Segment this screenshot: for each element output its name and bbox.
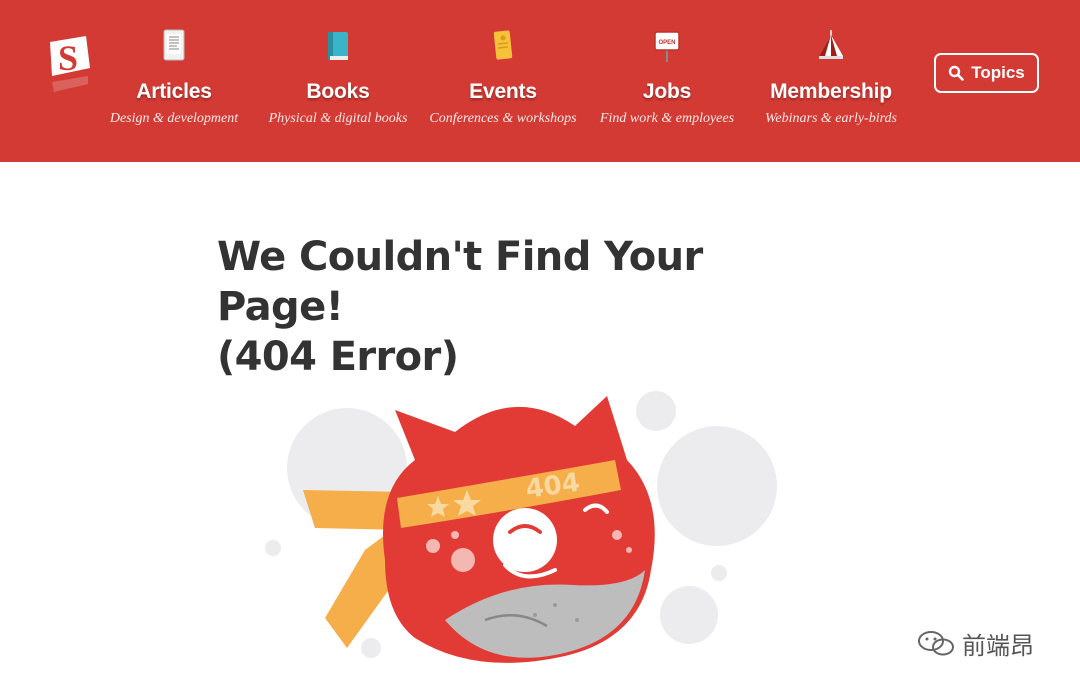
nav-books[interactable]: Books Physical & digital books xyxy=(253,26,423,127)
nav-events[interactable]: Events Conferences & workshops xyxy=(418,26,588,127)
page-title-line-1: We Couldn't Find Your Page! xyxy=(217,234,703,330)
nav-membership-subtitle: Webinars & early-birds xyxy=(765,111,897,126)
tablet-icon xyxy=(163,29,185,61)
nav-jobs-subtitle: Find work & employees xyxy=(599,111,735,126)
nav-membership-title: Membership xyxy=(770,80,892,103)
nav-articles[interactable]: Articles Design & development xyxy=(89,26,259,127)
svg-text:S: S xyxy=(58,38,78,78)
nav-jobs-title: Jobs xyxy=(642,80,692,103)
nav-articles-title: Articles xyxy=(136,80,212,103)
watermark: 前端昂 xyxy=(916,613,1076,673)
ticket-icon xyxy=(493,30,513,60)
wechat-icon xyxy=(918,631,954,656)
search-icon xyxy=(949,65,965,81)
watermark-text: 前端昂 xyxy=(962,631,1034,660)
page-title-line-2: (404 Error) xyxy=(217,334,459,380)
open-sign-icon: OPEN xyxy=(654,31,680,62)
nav-articles-subtitle: Design & development xyxy=(109,111,239,126)
nav-membership[interactable]: Membership Webinars & early-birds xyxy=(746,26,916,127)
nav-books-subtitle: Physical & digital books xyxy=(268,111,408,126)
site-header: S Articles Design & development Books Ph… xyxy=(0,0,1080,162)
cat-mascot-illustration: 404 xyxy=(265,391,777,663)
svg-text:OPEN: OPEN xyxy=(658,40,675,46)
topics-button[interactable]: Topics xyxy=(934,53,1039,93)
nav-events-title: Events xyxy=(469,80,537,103)
smashing-logo[interactable]: S xyxy=(40,32,96,102)
book-icon xyxy=(328,32,348,60)
topics-label: Topics xyxy=(971,63,1025,82)
circus-tent-icon xyxy=(819,30,843,59)
nav-books-title: Books xyxy=(306,80,370,103)
nav-jobs[interactable]: OPEN Jobs Find work & employees xyxy=(582,26,752,127)
nav-events-subtitle: Conferences & workshops xyxy=(429,111,577,126)
page-title: We Couldn't Find Your Page! (404 Error) xyxy=(217,232,837,382)
